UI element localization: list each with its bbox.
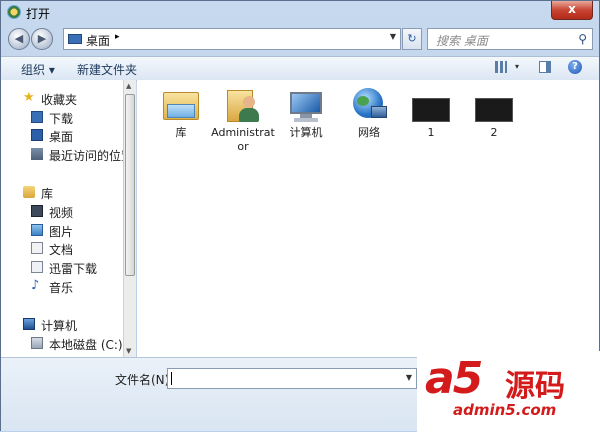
breadcrumb-arrow-icon[interactable]: ▸	[115, 32, 120, 42]
search-icon[interactable]: ⚲	[578, 32, 587, 46]
search-input[interactable]: 搜索 桌面 ⚲	[427, 28, 593, 50]
picture-icon	[31, 224, 43, 236]
file-list: 库 Administrator 计算机 网络 1 2	[137, 80, 599, 357]
open-dialog: 打开 x ◀ ▶ 桌面 ▸ ▼ ↻ 搜索 桌面 ⚲ 组织 ▾ 新建文件夹 ▾ ?…	[0, 0, 600, 432]
new-folder-button[interactable]: 新建文件夹	[77, 61, 137, 78]
file-item-label: Administrator	[211, 126, 275, 153]
sidebar-item-label: 视频	[49, 206, 74, 220]
thumbnail-icon	[411, 86, 451, 124]
sidebar-item-label: 下载	[49, 112, 74, 126]
file-item-computer[interactable]: 计算机	[274, 86, 338, 140]
refresh-button[interactable]: ↻	[402, 28, 422, 50]
preview-pane-icon[interactable]	[539, 61, 551, 73]
file-item-label: 网络	[358, 126, 380, 139]
text-caret	[171, 372, 172, 385]
file-item-2[interactable]: 2	[462, 86, 526, 140]
file-item-label: 库	[175, 126, 187, 139]
sidebar-item-label: 最近访问的位置	[49, 149, 123, 163]
watermark-logo: a5 源码 admin5.com	[417, 351, 600, 432]
library-icon	[23, 186, 35, 198]
back-button[interactable]: ◀	[8, 28, 30, 50]
document-icon	[31, 242, 43, 254]
recent-places-icon	[31, 148, 43, 160]
app-icon	[7, 5, 21, 19]
address-location[interactable]: 桌面	[86, 32, 110, 49]
file-item-label: 1	[427, 126, 435, 139]
watermark-logo-text: 源码	[505, 369, 565, 404]
sidebar-item-label: 本地磁盘 (C:)	[49, 338, 123, 352]
watermark-logo-mark: a5	[425, 353, 483, 404]
desktop-icon	[31, 129, 43, 141]
file-item-library[interactable]: 库	[149, 86, 213, 140]
computer-icon	[286, 86, 326, 124]
sidebar-item-label: 文档	[49, 243, 74, 257]
folder-icon	[31, 261, 43, 273]
sidebar-item-label: 音乐	[49, 281, 74, 295]
desktop-icon	[68, 34, 82, 44]
sidebar-item-label: 库	[41, 187, 54, 201]
scroll-thumb[interactable]	[125, 94, 135, 276]
file-item-label: 计算机	[289, 126, 323, 139]
forward-button[interactable]: ▶	[31, 28, 53, 50]
filename-input[interactable]: ▼	[167, 368, 417, 389]
close-button[interactable]: x	[551, 1, 593, 20]
sidebar-item-label: 桌面	[49, 130, 74, 144]
filename-dropdown-icon[interactable]: ▼	[406, 373, 412, 382]
sidebar-item-label: 图片	[49, 225, 74, 239]
address-bar[interactable]: 桌面 ▸ ▼	[63, 28, 401, 50]
library-folder-icon	[161, 86, 201, 124]
watermark-url: admin5.com	[453, 401, 557, 419]
scroll-down-icon[interactable]: ▼	[126, 347, 131, 355]
navigation-pane: ★ 收藏夹 下载 桌面 最近访问的位置 库 视频 图片 文档	[1, 80, 123, 357]
file-item-1[interactable]: 1	[399, 86, 463, 140]
file-item-administrator[interactable]: Administrator	[211, 86, 275, 154]
download-folder-icon	[31, 111, 43, 123]
thumbnail-icon	[474, 86, 514, 124]
address-dropdown-icon[interactable]: ▼	[390, 32, 396, 41]
search-placeholder: 搜索 桌面	[436, 34, 488, 48]
music-icon: ♪	[31, 278, 40, 293]
command-bar: 组织 ▾ 新建文件夹 ▾ ?	[1, 56, 599, 81]
star-icon: ★	[23, 90, 35, 105]
title-bar: 打开 x	[1, 1, 599, 23]
help-icon[interactable]: ?	[568, 60, 582, 74]
network-icon	[349, 86, 389, 124]
sidebar-item-label: 迅雷下载	[49, 262, 98, 276]
video-icon	[31, 205, 43, 217]
sidebar-item-label: 计算机	[41, 319, 78, 333]
views-dropdown-icon[interactable]: ▾	[515, 62, 519, 71]
nav-buttons: ◀ ▶	[8, 28, 58, 50]
drive-icon	[31, 337, 43, 349]
scroll-up-icon[interactable]: ▲	[126, 82, 131, 90]
organize-button[interactable]: 组织 ▾	[21, 61, 55, 78]
filename-label: 文件名(N):	[115, 373, 174, 387]
computer-icon	[23, 318, 35, 330]
window-title: 打开	[26, 7, 51, 21]
navigation-scrollbar[interactable]: ▲ ▼	[123, 80, 136, 357]
file-item-network[interactable]: 网络	[337, 86, 401, 140]
sidebar-item-label: 收藏夹	[41, 93, 78, 107]
file-item-label: 2	[490, 126, 498, 139]
user-folder-icon	[223, 86, 263, 124]
views-icon[interactable]	[495, 61, 507, 73]
